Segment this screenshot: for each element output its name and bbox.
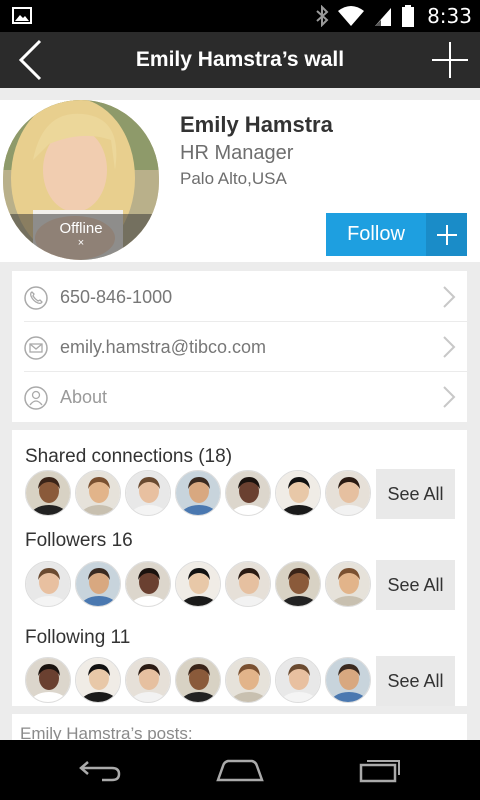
profile-header: Offline × Emily Hamstra HR Manager Palo … — [0, 100, 480, 262]
email-row[interactable]: emily.hamstra@tibco.com — [12, 322, 467, 372]
wifi-icon — [338, 6, 365, 26]
battery-icon — [402, 5, 415, 27]
chevron-right-icon — [443, 336, 456, 358]
nav-back-button[interactable] — [50, 740, 150, 800]
follow-button[interactable]: Follow — [326, 213, 467, 256]
email-icon — [24, 336, 48, 360]
followers-see-all-button[interactable]: See All — [376, 560, 455, 610]
add-button[interactable] — [420, 32, 480, 88]
profile-name: Emily Hamstra — [180, 112, 333, 137]
connection-avatar[interactable] — [25, 470, 71, 516]
signal-icon — [375, 8, 392, 26]
person-icon — [24, 386, 48, 410]
phone-icon — [24, 286, 48, 310]
connection-avatar[interactable] — [175, 657, 221, 703]
connection-avatar[interactable] — [175, 470, 221, 516]
connection-avatar[interactable] — [325, 470, 371, 516]
image-icon — [12, 7, 32, 24]
connection-avatar[interactable] — [325, 561, 371, 607]
recents-nav-icon — [359, 760, 400, 783]
connection-avatar[interactable] — [125, 561, 171, 607]
followers-title: Followers 16 — [25, 530, 133, 551]
clock: 8:33 — [427, 4, 472, 28]
connection-avatar[interactable] — [25, 657, 71, 703]
following-see-all-button[interactable]: See All — [376, 656, 455, 706]
profile-role: HR Manager — [180, 142, 294, 164]
action-bar: Emily Hamstra’s wall — [0, 32, 480, 88]
connection-avatar[interactable] — [225, 561, 271, 607]
connection-avatar[interactable] — [175, 561, 221, 607]
connection-avatar[interactable] — [75, 561, 121, 607]
connection-avatar[interactable] — [225, 657, 271, 703]
back-nav-icon — [79, 761, 121, 782]
nav-recents-button[interactable] — [330, 740, 430, 800]
follow-label: Follow — [347, 223, 405, 245]
about-row[interactable]: About — [12, 372, 467, 422]
email-address: emily.hamstra@tibco.com — [60, 337, 266, 357]
contact-card: 650-846-1000 emily.hamstra@tibco.com Abo… — [12, 271, 467, 422]
back-button[interactable] — [0, 32, 60, 88]
nav-home-button[interactable] — [190, 740, 290, 800]
add-icon — [432, 42, 468, 78]
presence-status: Offline — [59, 220, 103, 237]
back-icon — [18, 39, 42, 81]
page-title: Emily Hamstra’s wall — [135, 48, 345, 71]
shared-see-all-button[interactable]: See All — [376, 469, 455, 519]
profile-avatar[interactable]: Offline × — [3, 100, 159, 260]
connection-avatar[interactable] — [275, 657, 321, 703]
chevron-right-icon — [443, 386, 456, 408]
connection-avatar[interactable] — [325, 657, 371, 703]
phone-number: 650-846-1000 — [60, 287, 173, 307]
chevron-right-icon — [443, 286, 456, 308]
offline-mark-icon: × — [77, 237, 85, 249]
presence-overlay: Offline × — [3, 214, 159, 260]
home-nav-icon — [216, 759, 264, 782]
connection-avatar[interactable] — [75, 657, 121, 703]
connection-avatar[interactable] — [125, 657, 171, 703]
profile-location: Palo Alto,USA — [180, 169, 287, 188]
connection-avatar[interactable] — [125, 470, 171, 516]
connection-avatar[interactable] — [275, 561, 321, 607]
connections-card: Shared connections (18) See All Follower… — [12, 430, 467, 706]
shared-connections-title: Shared connections (18) — [25, 446, 233, 467]
about-label: About — [60, 387, 108, 407]
navigation-bar — [0, 740, 480, 800]
following-title: Following 11 — [25, 627, 131, 648]
status-bar: 8:33 — [0, 0, 480, 32]
connection-avatar[interactable] — [275, 470, 321, 516]
connection-avatar[interactable] — [75, 470, 121, 516]
connection-avatar[interactable] — [225, 470, 271, 516]
connection-avatar[interactable] — [25, 561, 71, 607]
bluetooth-icon — [316, 5, 329, 27]
phone-row[interactable]: 650-846-1000 — [12, 272, 467, 322]
follow-plus-icon — [426, 213, 467, 256]
